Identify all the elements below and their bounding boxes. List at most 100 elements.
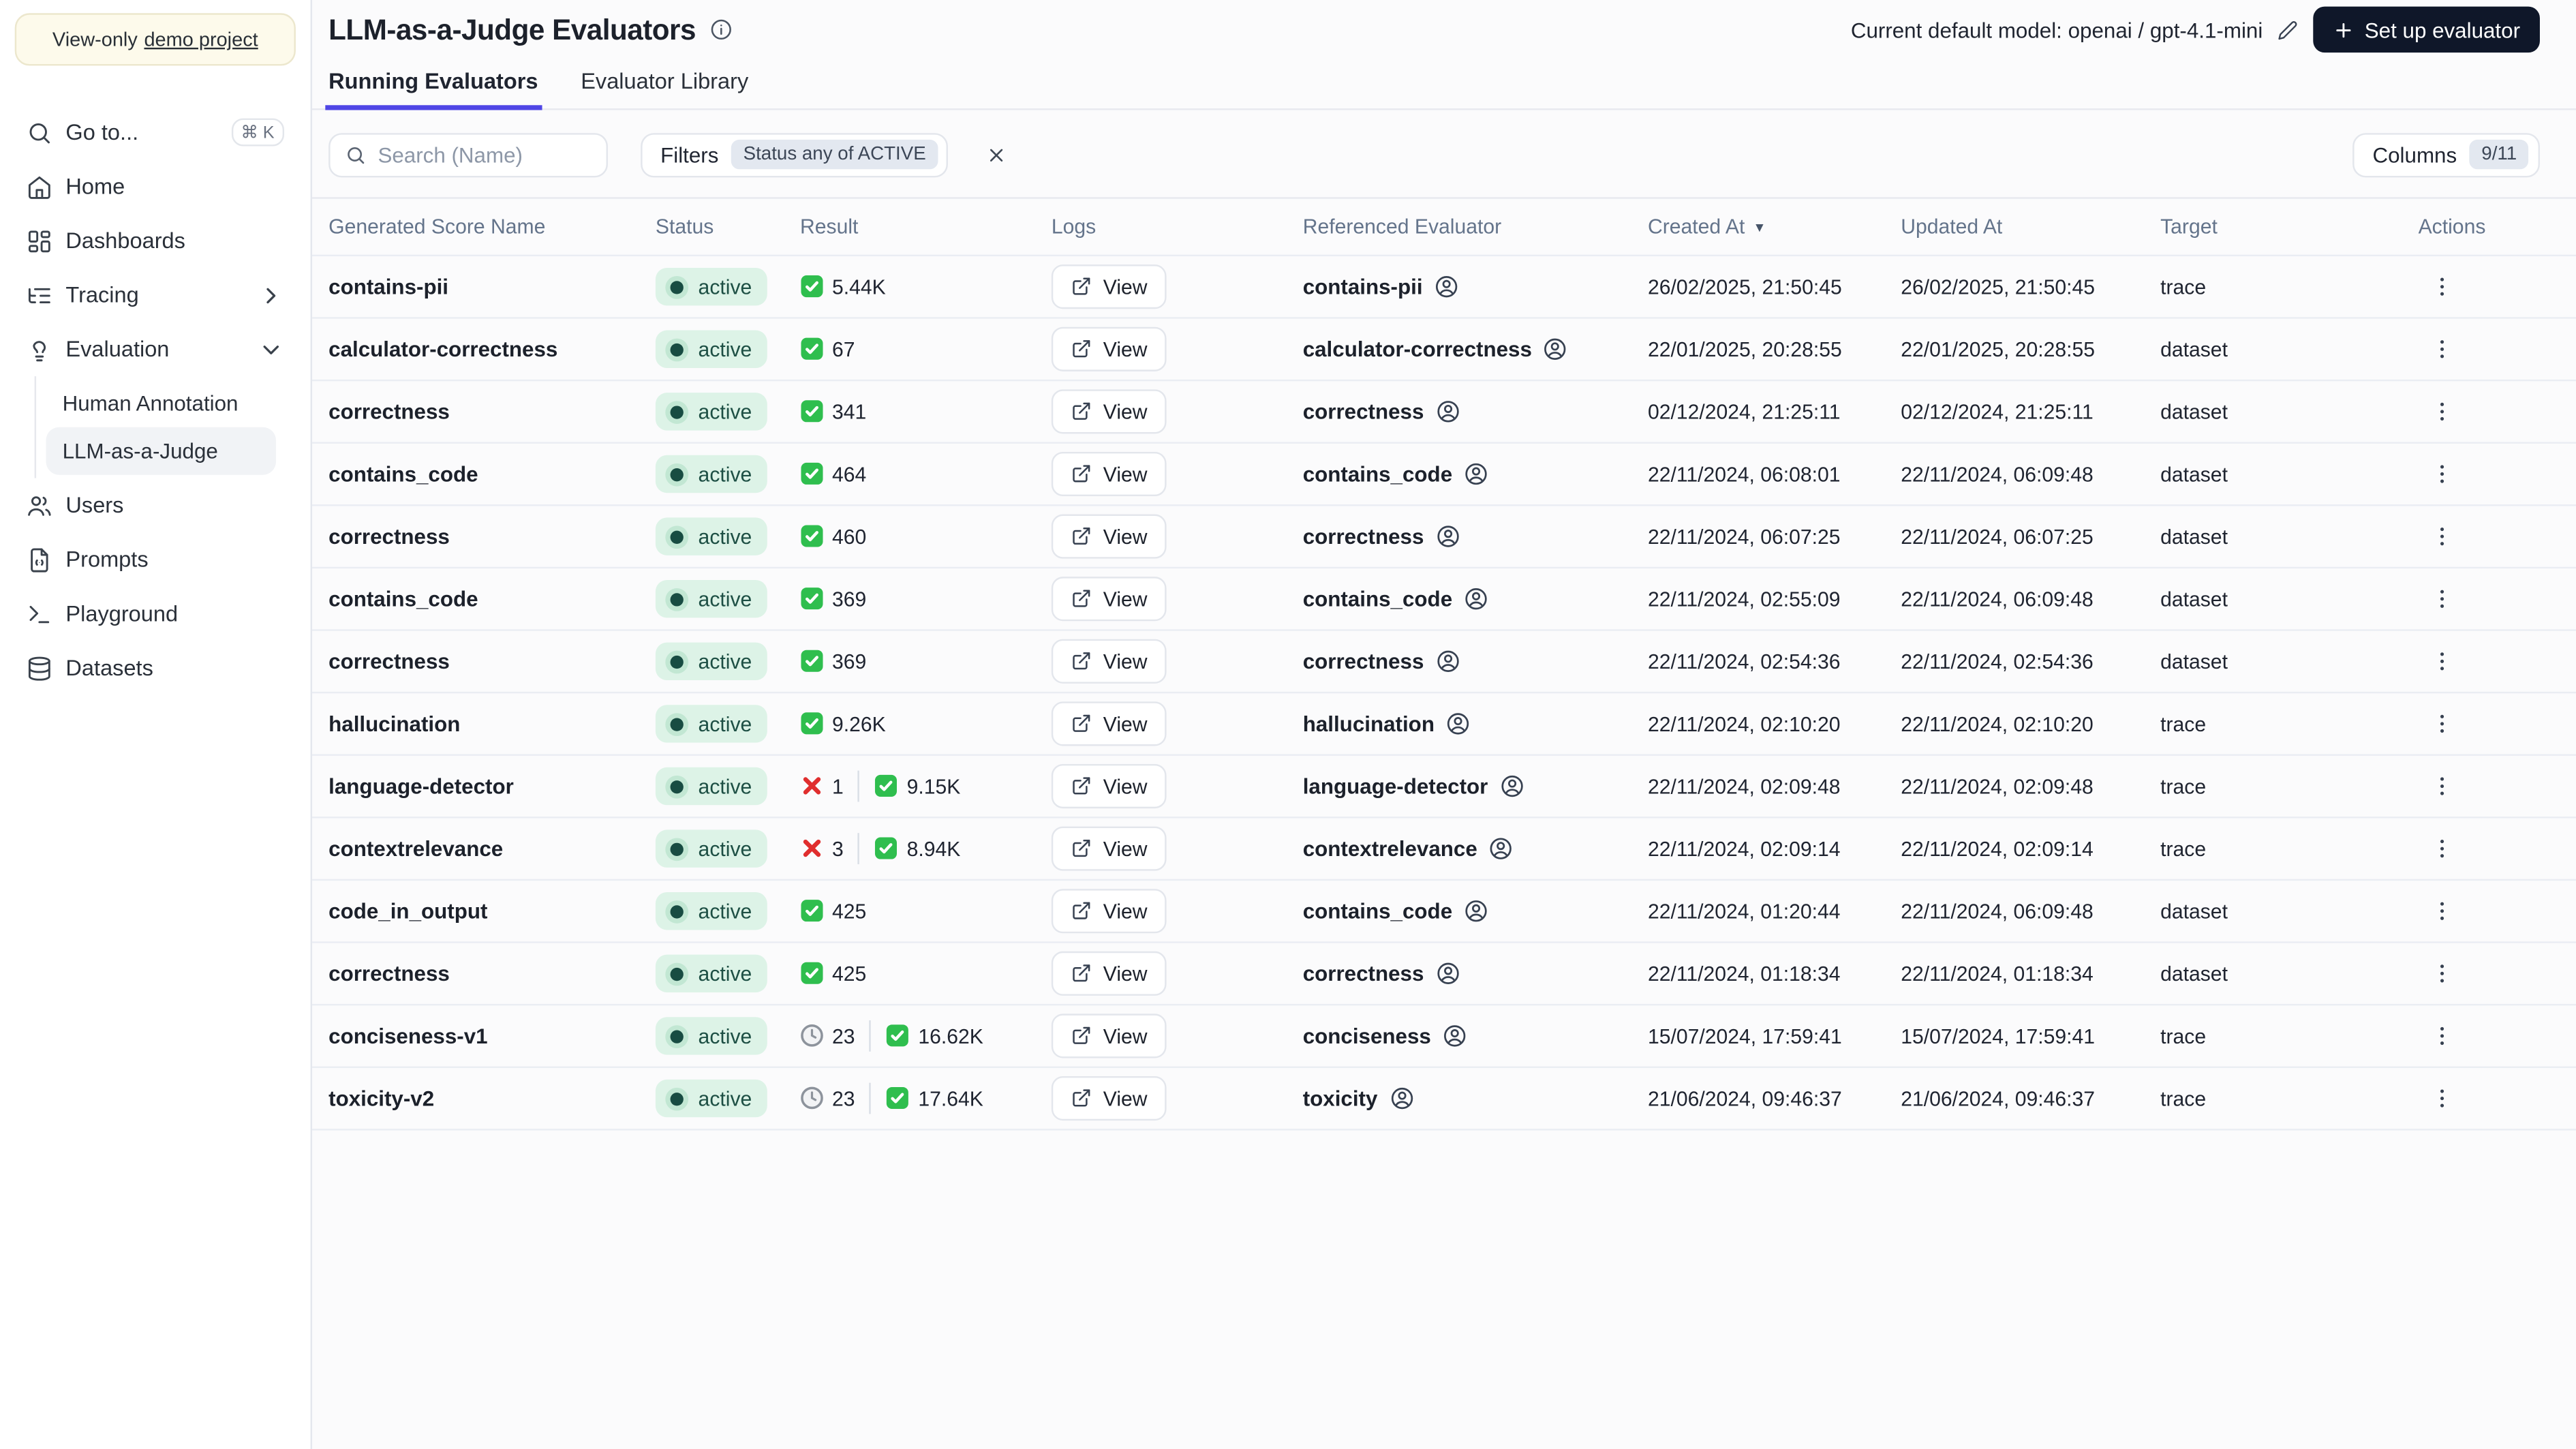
kebab-menu-button[interactable] xyxy=(2423,1080,2461,1117)
view-logs-button[interactable]: View xyxy=(1051,889,1167,934)
info-icon[interactable] xyxy=(709,18,732,42)
column-header-logs[interactable]: Logs xyxy=(1052,215,1303,239)
view-logs-button[interactable]: View xyxy=(1051,451,1167,497)
column-header-result[interactable]: Result xyxy=(800,215,1052,239)
generated-score-name: correctness xyxy=(328,524,450,549)
column-header-updated-at[interactable]: Updated At xyxy=(1901,215,2160,239)
check-icon xyxy=(800,962,824,986)
column-header-referenced-evaluator[interactable]: Referenced Evaluator xyxy=(1303,215,1648,239)
sidebar-item-prompts[interactable]: Prompts xyxy=(15,532,296,587)
referenced-evaluator-name: language-detector xyxy=(1302,774,1488,799)
filter-chip-status[interactable]: Status any of ACTIVE xyxy=(731,139,938,170)
view-label: View xyxy=(1103,837,1148,861)
demo-project-link[interactable]: demo project xyxy=(144,28,258,51)
tab-running-evaluators[interactable]: Running Evaluators xyxy=(325,69,541,110)
table-row[interactable]: correctness active 460 View correctness … xyxy=(312,504,2576,567)
view-label: View xyxy=(1103,899,1148,923)
status-badge: active xyxy=(655,579,767,618)
banner-text: View-only xyxy=(52,27,138,51)
kebab-menu-button[interactable] xyxy=(2423,643,2461,680)
kebab-icon xyxy=(2440,902,2444,920)
clear-filters-button[interactable] xyxy=(975,133,1018,176)
view-logs-button[interactable]: View xyxy=(1051,1013,1167,1058)
search-box[interactable] xyxy=(328,132,608,177)
kebab-menu-button[interactable] xyxy=(2423,517,2461,555)
sidebar-item-dashboards[interactable]: Dashboards xyxy=(15,213,296,268)
kebab-menu-button[interactable] xyxy=(2423,393,2461,430)
created-at-value: 26/02/2025, 21:50:45 xyxy=(1647,275,1842,299)
result-cell: 23 17.64K xyxy=(800,1082,1052,1114)
table-row[interactable]: code_in_output active 425 View contains_… xyxy=(312,879,2576,942)
view-logs-button[interactable]: View xyxy=(1051,577,1167,622)
kebab-menu-button[interactable] xyxy=(2423,705,2461,742)
view-logs-button[interactable]: View xyxy=(1051,701,1167,746)
column-header-name[interactable]: Generated Score Name xyxy=(328,215,656,239)
table-row[interactable]: calculator-correctness active 67 View ca… xyxy=(312,317,2576,380)
referenced-evaluator-name: calculator-correctness xyxy=(1302,337,1532,362)
sidebar-item-tracing[interactable]: Tracing xyxy=(15,268,296,322)
table-row[interactable]: contains_code active 464 View contains_c… xyxy=(312,442,2576,504)
kebab-menu-button[interactable] xyxy=(2423,455,2461,493)
success-count: 67 xyxy=(800,337,855,361)
dashboards-icon xyxy=(28,230,50,252)
cross-icon xyxy=(800,774,824,798)
view-logs-button[interactable]: View xyxy=(1051,264,1167,309)
kebab-menu-button[interactable] xyxy=(2423,268,2461,305)
generated-score-name: contains_code xyxy=(328,586,478,611)
view-logs-button[interactable]: View xyxy=(1051,326,1167,371)
tab-evaluator-library[interactable]: Evaluator Library xyxy=(581,69,748,108)
edit-model-pencil-icon[interactable] xyxy=(2278,19,2299,40)
column-header-created-at[interactable]: Created At ▼ xyxy=(1648,215,1901,239)
column-header-actions: Actions xyxy=(2418,215,2486,239)
kebab-menu-button[interactable] xyxy=(2423,955,2461,992)
kebab-menu-button[interactable] xyxy=(2423,1017,2461,1054)
result-count-value: 8.94K xyxy=(906,837,961,861)
sidebar-item-datasets[interactable]: Datasets xyxy=(15,641,296,695)
set-up-evaluator-button[interactable]: Set up evaluator xyxy=(2314,6,2540,53)
created-at-value: 22/11/2024, 06:07:25 xyxy=(1647,525,1841,548)
terminal-icon xyxy=(29,605,50,623)
external-link-icon xyxy=(1073,964,1090,982)
columns-button[interactable]: Columns 9/11 xyxy=(2352,132,2540,177)
sidebar-item-label: Human Annotation xyxy=(62,391,239,416)
view-logs-button[interactable]: View xyxy=(1051,1076,1167,1121)
table-row[interactable]: correctness active 341 View correctness … xyxy=(312,379,2576,442)
table-row[interactable]: contextrelevance active 3 8.94K View cont… xyxy=(312,817,2576,879)
kebab-menu-button[interactable] xyxy=(2423,331,2461,368)
check-icon xyxy=(800,587,824,611)
column-header-status[interactable]: Status xyxy=(656,215,800,239)
column-header-target[interactable]: Target xyxy=(2160,215,2418,239)
view-logs-button[interactable]: View xyxy=(1051,826,1167,871)
table-row[interactable]: contains_code active 369 View contains_c… xyxy=(312,566,2576,630)
user-circle-icon xyxy=(1465,463,1487,485)
view-logs-button[interactable]: View xyxy=(1051,514,1167,559)
view-logs-button[interactable]: View xyxy=(1051,763,1167,809)
table-row[interactable]: contains-pii active 5.44K View contains-… xyxy=(312,254,2576,318)
table-row[interactable]: hallucination active 9.26K View hallucin… xyxy=(312,691,2576,754)
kebab-menu-button[interactable] xyxy=(2423,580,2461,617)
table-row[interactable]: correctness active 425 View correctness … xyxy=(312,941,2576,1004)
sidebar-item-evaluation[interactable]: Evaluation xyxy=(15,322,296,377)
status-badge: active xyxy=(655,829,767,868)
search-input[interactable] xyxy=(378,142,592,167)
view-logs-button[interactable]: View xyxy=(1051,639,1167,684)
table-row[interactable]: conciseness-v1 active 23 16.62K View conc… xyxy=(312,1003,2576,1067)
filters-button[interactable]: Filters Status any of ACTIVE xyxy=(641,132,948,177)
sidebar-item-human-annotation[interactable]: Human Annotation xyxy=(46,380,277,427)
sidebar-item-goto[interactable]: Go to... ⌘ K xyxy=(15,105,296,159)
sidebar-item-playground[interactable]: Playground xyxy=(15,587,296,641)
sidebar-item-llm-as-a-judge[interactable]: LLM-as-a-Judge xyxy=(46,427,277,475)
kebab-menu-button[interactable] xyxy=(2423,767,2461,805)
table-row[interactable]: language-detector active 1 9.15K View lan… xyxy=(312,754,2576,817)
table-row[interactable]: correctness active 369 View correctness … xyxy=(312,629,2576,692)
error-count: 1 xyxy=(800,774,844,798)
success-count: 9.15K xyxy=(875,774,960,798)
table-row[interactable]: toxicity-v2 active 23 17.64K View toxicit… xyxy=(312,1066,2576,1131)
view-logs-button[interactable]: View xyxy=(1051,951,1167,996)
check-icon xyxy=(886,1086,910,1110)
kebab-menu-button[interactable] xyxy=(2423,892,2461,930)
view-logs-button[interactable]: View xyxy=(1051,389,1167,434)
sidebar-item-home[interactable]: Home xyxy=(15,159,296,214)
kebab-menu-button[interactable] xyxy=(2423,829,2461,867)
sidebar-item-users[interactable]: Users xyxy=(15,478,296,533)
